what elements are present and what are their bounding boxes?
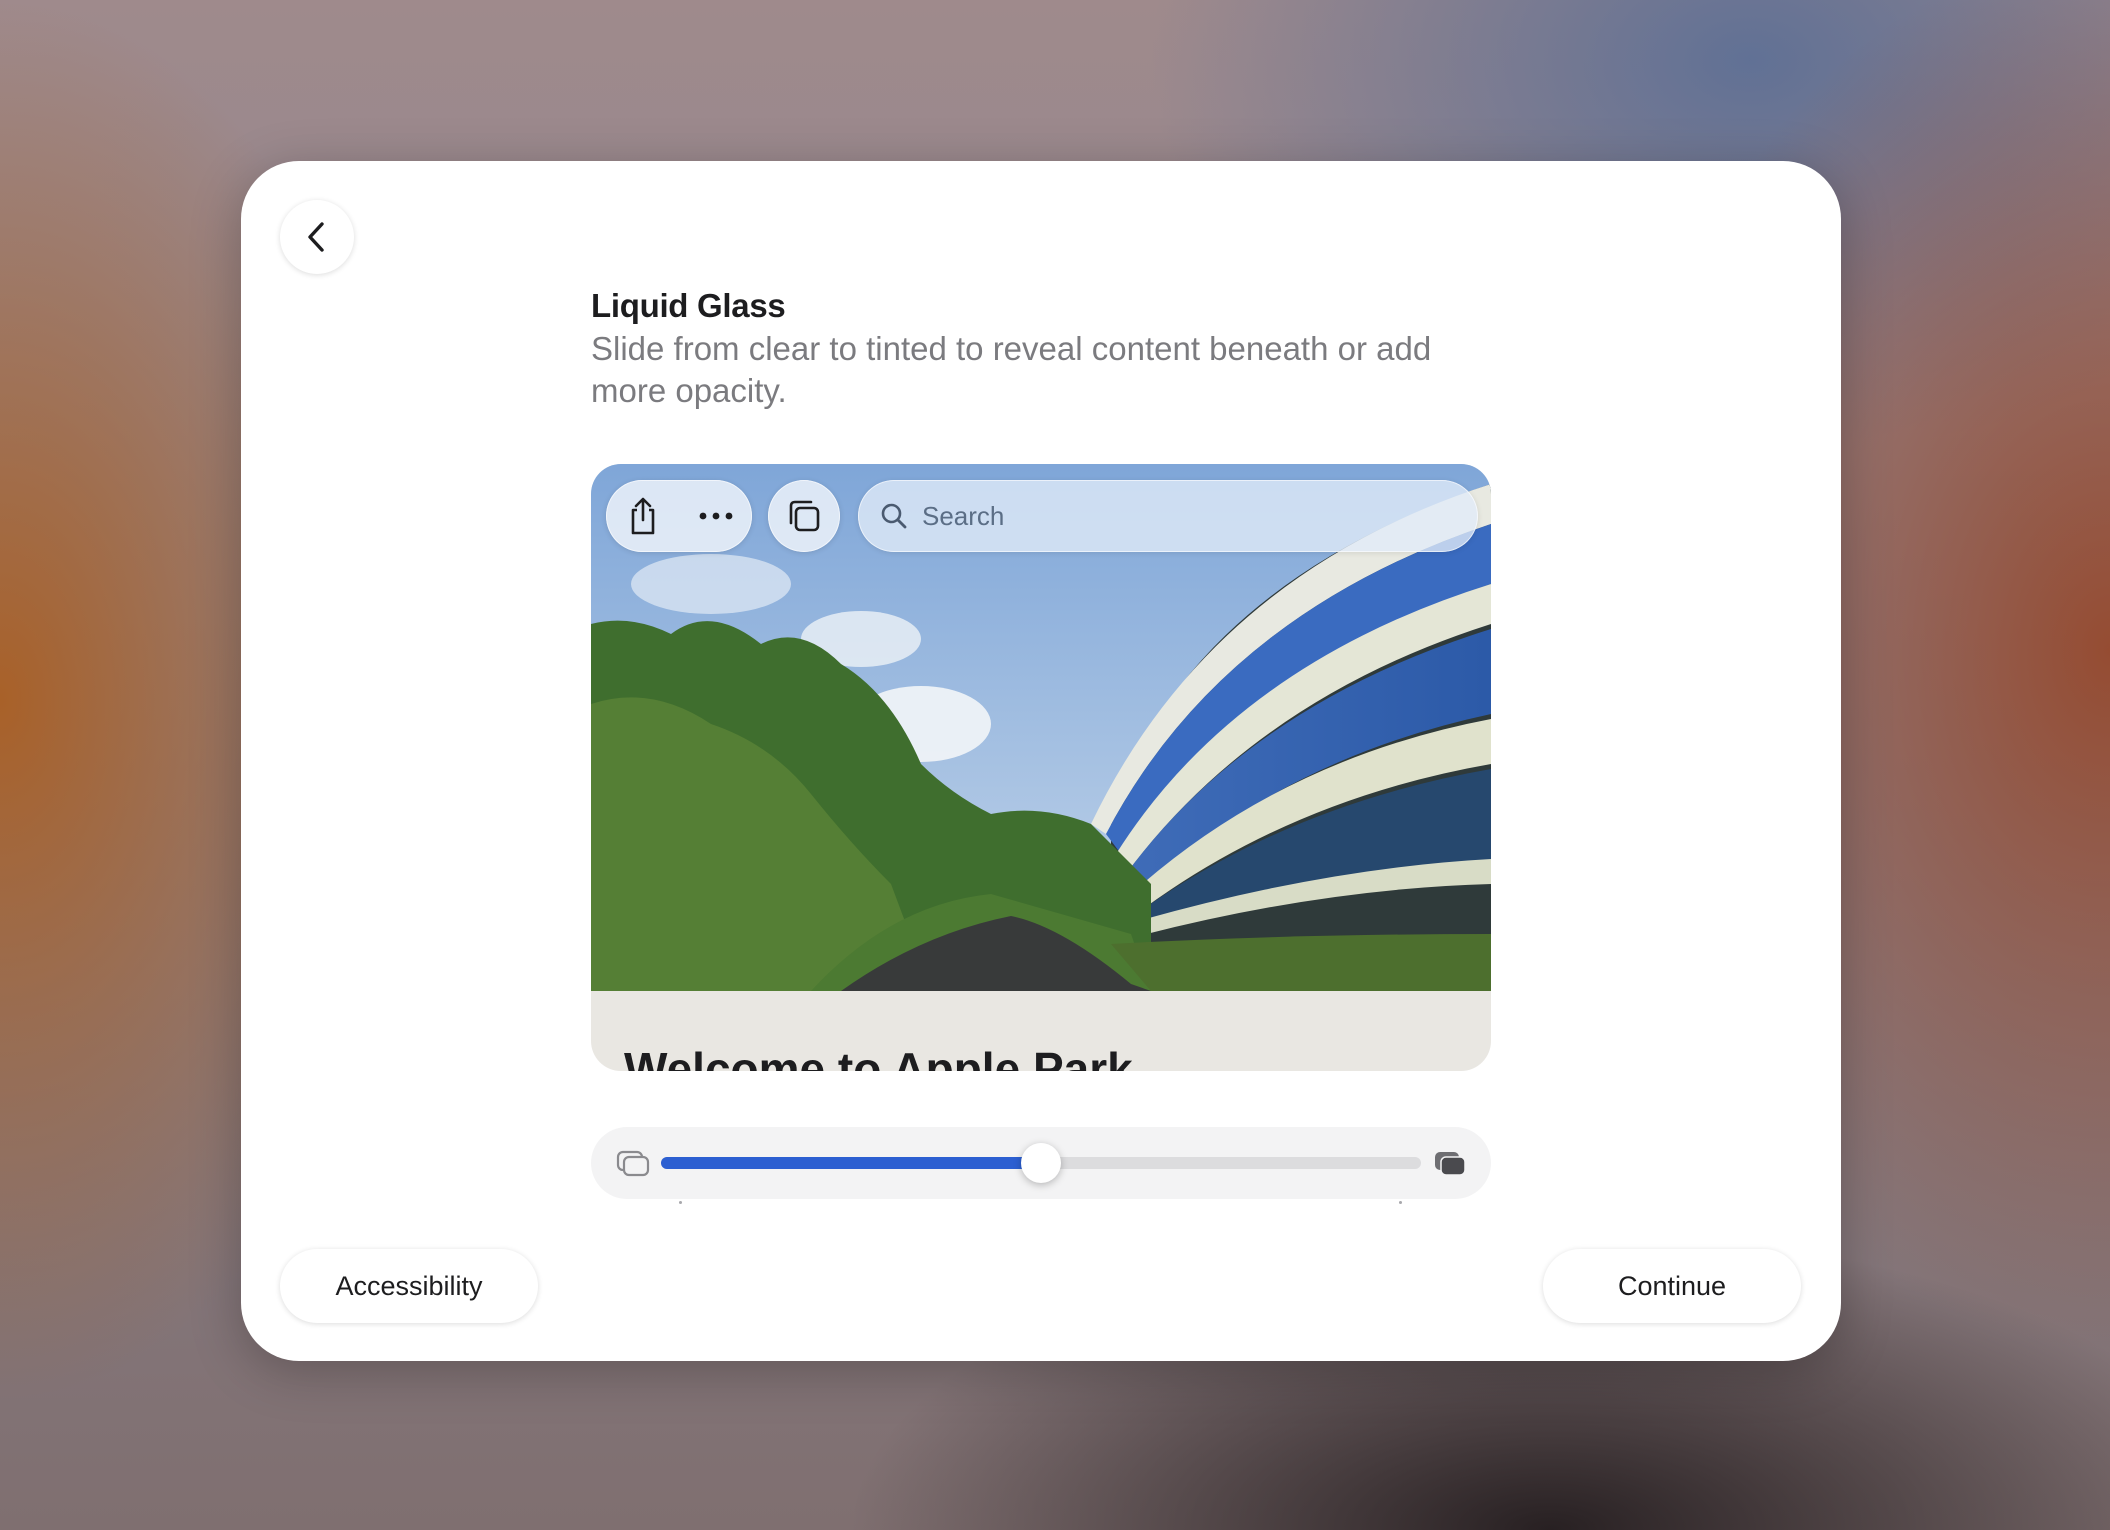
search-placeholder: Search — [922, 500, 1005, 531]
slider-track[interactable] — [661, 1143, 1421, 1204]
more-icon[interactable] — [679, 480, 752, 552]
accessibility-button[interactable]: Accessibility — [280, 1249, 538, 1323]
search-field[interactable]: Search — [858, 480, 1478, 552]
setup-dialog: Liquid Glass Slide from clear to tinted … — [241, 161, 1841, 1361]
article-title: Welcome to Apple Park — [624, 1043, 1133, 1071]
tabs-icon — [768, 480, 840, 552]
slider-tick-min — [679, 1201, 682, 1204]
toolbar-actions-group — [606, 480, 752, 552]
share-icon[interactable] — [606, 480, 679, 552]
chevron-left-icon — [308, 222, 324, 252]
slider-tick-max — [1399, 1201, 1402, 1204]
search-icon — [881, 503, 907, 529]
continue-button[interactable]: Continue — [1543, 1249, 1801, 1323]
tabs-button[interactable] — [768, 480, 840, 552]
page-title: Liquid Glass — [591, 287, 786, 324]
glass-preview: Search Welcome to Apple Park — [591, 464, 1491, 1071]
slider-thumb[interactable] — [1021, 1143, 1061, 1183]
slider-fill — [661, 1157, 1041, 1169]
tinted-glass-icon — [1435, 1152, 1466, 1176]
back-button[interactable] — [280, 200, 354, 274]
page-subtitle: Slide from clear to tinted to reveal con… — [591, 330, 1432, 409]
glass-opacity-slider[interactable] — [591, 1127, 1491, 1204]
clear-glass-icon — [616, 1150, 650, 1177]
